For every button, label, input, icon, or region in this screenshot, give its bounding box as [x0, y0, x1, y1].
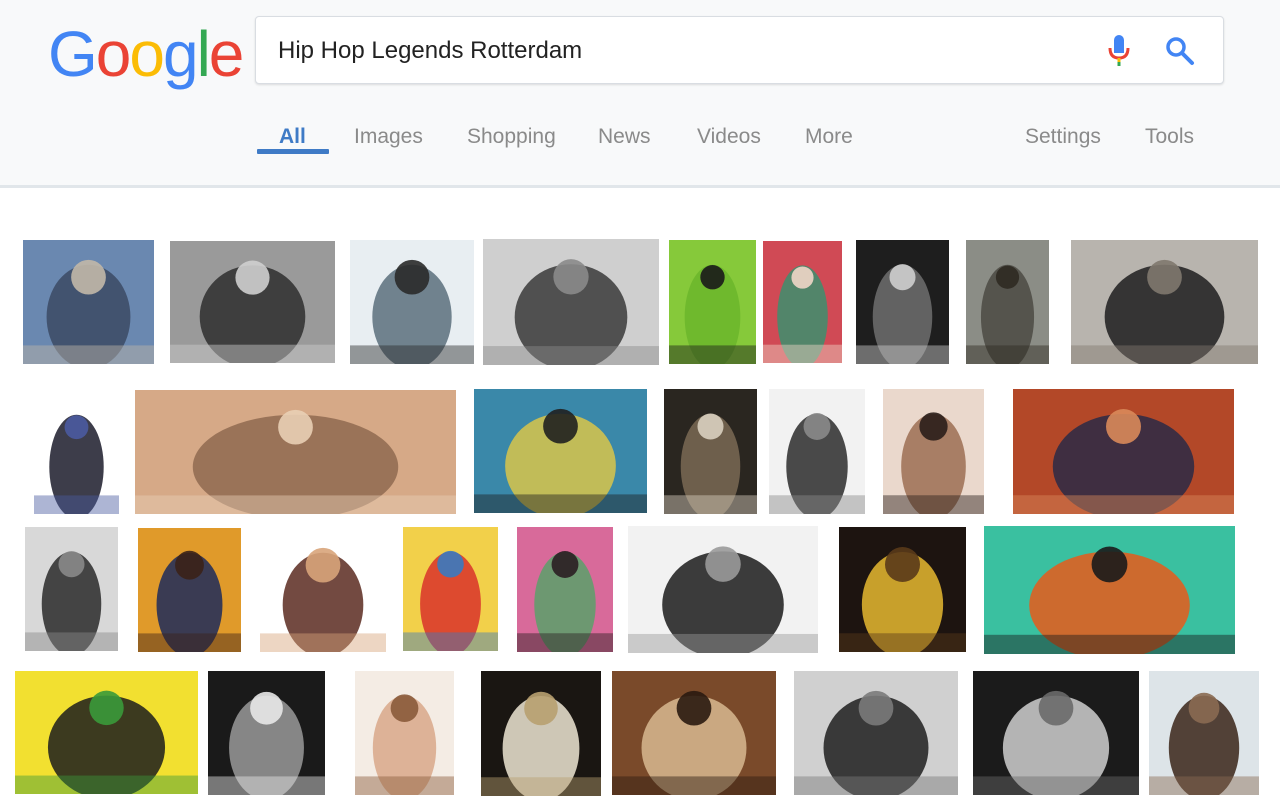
- thumbnail-image: [669, 240, 756, 364]
- logo-letter: G: [48, 18, 98, 90]
- search-box[interactable]: [255, 16, 1224, 84]
- image-result-man-white-tshirt-bw[interactable]: [856, 240, 949, 364]
- thumbnail-image: [763, 241, 842, 363]
- image-result-graffiti-train-with-car[interactable]: [474, 389, 647, 513]
- thumbnail-image: [23, 240, 154, 364]
- image-result-crew-portrait-color[interactable]: [1013, 389, 1234, 514]
- thumbnail-image: [856, 240, 949, 364]
- thumbnail-image: [628, 526, 818, 653]
- tab-news[interactable]: News: [598, 118, 651, 158]
- thumbnail-image: [170, 241, 335, 363]
- tab-settings[interactable]: Settings: [1025, 118, 1101, 158]
- image-result-man-with-hat-portrait[interactable]: [1149, 671, 1259, 795]
- tab-videos[interactable]: Videos: [697, 118, 761, 158]
- microphone-icon[interactable]: [1106, 33, 1132, 67]
- image-result-men-in-coats-bw[interactable]: [483, 239, 659, 365]
- thumbnail-image: [1013, 389, 1234, 514]
- image-result-woman-tattoos-photo[interactable]: [355, 671, 454, 795]
- thumbnail-image: [138, 528, 241, 652]
- image-result-comic-book-cover[interactable]: [403, 527, 498, 651]
- image-result-man-colorful-suit[interactable]: [763, 241, 842, 363]
- google-logo[interactable]: Google: [48, 14, 245, 94]
- thumbnail-image: [1071, 240, 1258, 364]
- search-input[interactable]: [278, 32, 1078, 70]
- thumbnail-image: [483, 239, 659, 365]
- image-result-hallway-duo-bw[interactable]: [794, 671, 958, 795]
- logo-letter: o: [95, 18, 132, 90]
- image-result-newspaper-clipping[interactable]: [135, 390, 456, 514]
- thumbnail-image: [517, 527, 613, 652]
- thumbnail-image: [481, 671, 601, 796]
- search-header: Google All Images Shopping News Videos M…: [0, 0, 1280, 188]
- thumbnail-image: [403, 527, 498, 651]
- image-result-life-is-fresh-mural[interactable]: [628, 526, 818, 653]
- thumbnail-image: [474, 389, 647, 513]
- logo-letter: l: [196, 18, 211, 90]
- thumbnail-image: [883, 389, 984, 514]
- thumbnail-image: [1149, 671, 1259, 795]
- image-result-group-in-front-of-train[interactable]: [350, 240, 474, 364]
- thumbnail-image: [966, 240, 1049, 364]
- image-result-duo-back-to-back[interactable]: [1071, 240, 1258, 364]
- image-result-floral-portrait[interactable]: [517, 527, 613, 652]
- thumbnail-image: [612, 671, 776, 795]
- tab-more[interactable]: More: [805, 118, 853, 158]
- image-result-de-la-soul-cover[interactable]: [15, 671, 198, 794]
- tab-shopping[interactable]: Shopping: [467, 118, 556, 158]
- thumbnail-image: [839, 527, 966, 652]
- thumbnail-image: [350, 240, 474, 364]
- image-result-magazine-spread-bw[interactable]: [769, 389, 865, 514]
- image-result-man-at-turntables-bw[interactable]: [25, 527, 118, 651]
- image-result-woman-with-headpiece[interactable]: [260, 528, 386, 652]
- image-result-performers-on-stage-bw[interactable]: [973, 671, 1139, 795]
- image-result-graffiti-scribble-art[interactable]: [34, 390, 119, 514]
- image-result-tupac-portrait-bw[interactable]: [208, 671, 325, 795]
- image-result-graffiti-wall[interactable]: [984, 526, 1235, 654]
- thumbnail-image: [973, 671, 1139, 795]
- thumbnail-image: [664, 389, 757, 514]
- thumbnail-image: [260, 528, 386, 652]
- thumbnail-image: [15, 671, 198, 794]
- image-result-basquiat-artwork[interactable]: [481, 671, 601, 796]
- thumbnail-image: [984, 526, 1235, 654]
- image-result-enter-the-wu-tang-cover[interactable]: [839, 527, 966, 652]
- search-icon[interactable]: [1165, 36, 1195, 66]
- tab-tools[interactable]: Tools: [1145, 118, 1194, 158]
- logo-letter: o: [129, 18, 165, 90]
- thumbnail-image: [135, 390, 456, 514]
- image-result-green-concert-poster[interactable]: [669, 240, 756, 364]
- logo-letter: e: [208, 18, 245, 90]
- image-result-man-with-sunglasses-bw[interactable]: [170, 241, 335, 363]
- logo-letter: g: [162, 18, 199, 90]
- thumbnail-image: [769, 389, 865, 514]
- image-result-magazine-group-page[interactable]: [664, 389, 757, 514]
- thumbnail-image: [208, 671, 325, 795]
- image-result-crew-fisheye-photo[interactable]: [23, 240, 154, 364]
- thumbnail-image: [355, 671, 454, 795]
- thumbnail-image: [25, 527, 118, 651]
- image-result-shirtless-group[interactable]: [883, 389, 984, 514]
- tab-images[interactable]: Images: [354, 118, 423, 158]
- image-result-smiling-man-closeup[interactable]: [612, 671, 776, 795]
- image-result-snoop-portrait[interactable]: [138, 528, 241, 652]
- thumbnail-image: [34, 390, 119, 514]
- active-tab-indicator: [257, 149, 329, 154]
- thumbnail-image: [794, 671, 958, 795]
- image-result-man-on-stairs[interactable]: [966, 240, 1049, 364]
- search-tabs: All Images Shopping News Videos More Set…: [0, 118, 1280, 158]
